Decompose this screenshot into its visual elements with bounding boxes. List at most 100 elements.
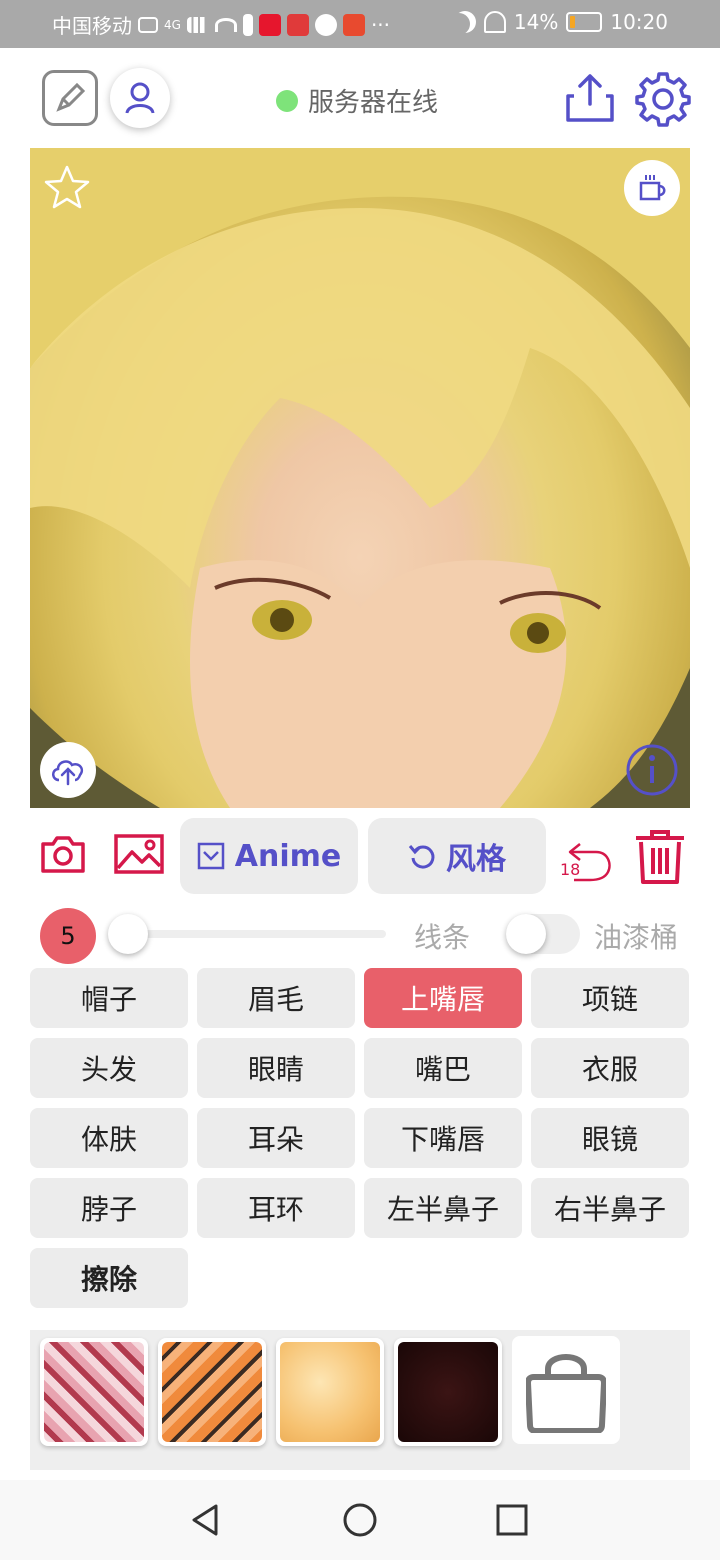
- share-button[interactable]: [564, 72, 616, 124]
- user-icon: [125, 82, 155, 114]
- generated-image[interactable]: [30, 148, 690, 808]
- texture-pink-floral: [44, 1342, 144, 1442]
- network-type: 4G: [164, 17, 181, 32]
- gallery-button[interactable]: [114, 834, 164, 878]
- recents-button[interactable]: [494, 1502, 530, 1538]
- status-bar: 中国移动 4G ··· 14% 10:20: [0, 0, 720, 48]
- region-neck[interactable]: 脖子: [30, 1178, 188, 1238]
- texture-tiger-stripe: [162, 1342, 262, 1442]
- more-notifications: ···: [370, 12, 391, 37]
- shopping-bag-icon: [526, 1354, 606, 1433]
- chevron-box-icon: [197, 842, 225, 870]
- news-app-icon: [342, 13, 365, 36]
- wifi-icon: [214, 17, 237, 32]
- region-right-nose[interactable]: 右半鼻子: [531, 1178, 689, 1238]
- erase-button[interactable]: 擦除: [30, 1248, 188, 1308]
- region-glasses[interactable]: 眼镜: [531, 1108, 689, 1168]
- back-button[interactable]: [188, 1502, 224, 1538]
- book-app-icon: [286, 13, 309, 36]
- region-ears[interactable]: 耳朵: [197, 1108, 355, 1168]
- region-eyebrows[interactable]: 眉毛: [197, 968, 355, 1028]
- region-clothes[interactable]: 衣服: [531, 1038, 689, 1098]
- region-left-nose[interactable]: 左半鼻子: [364, 1178, 522, 1238]
- region-upper-lip[interactable]: 上嘴唇: [364, 968, 522, 1028]
- share-icon: [566, 74, 614, 122]
- region-earrings[interactable]: 耳环: [197, 1178, 355, 1238]
- undo-count: 18: [560, 860, 581, 879]
- home-button[interactable]: [342, 1502, 378, 1538]
- donate-button[interactable]: [624, 160, 680, 216]
- weibo-icon: [258, 13, 281, 36]
- region-eyes[interactable]: 眼睛: [197, 1038, 355, 1098]
- settings-button[interactable]: [634, 70, 692, 128]
- cloud-upload-icon: [52, 760, 84, 786]
- region-mouth[interactable]: 嘴巴: [364, 1038, 522, 1098]
- anime-portrait: [30, 148, 690, 808]
- upload-button[interactable]: [40, 742, 96, 798]
- coffee-cup-icon: [639, 175, 666, 201]
- undo-button[interactable]: [558, 828, 618, 888]
- recents-square-icon: [496, 1504, 528, 1536]
- mute-icon: [483, 11, 506, 33]
- clock: 10:20: [610, 10, 668, 34]
- style-label: 风格: [446, 842, 506, 877]
- hd-icon: [138, 16, 158, 33]
- info-icon: [626, 744, 678, 796]
- back-triangle-icon: [192, 1504, 218, 1536]
- toggle-knob: [506, 914, 546, 954]
- texture-swatch[interactable]: [276, 1338, 384, 1446]
- region-grid: 帽子 眉毛 上嘴唇 项链 头发 眼睛 嘴巴 衣服 体肤 耳朵 下嘴唇 眼镜 脖子…: [30, 968, 690, 1308]
- delete-button[interactable]: [634, 828, 686, 886]
- gear-icon: [635, 72, 691, 127]
- region-necklace[interactable]: 项链: [531, 968, 689, 1028]
- texture-swatch[interactable]: [40, 1338, 148, 1446]
- region-hat[interactable]: 帽子: [30, 968, 188, 1028]
- user-button[interactable]: [110, 68, 170, 128]
- brush-size-badge[interactable]: 5: [40, 908, 96, 964]
- region-skin[interactable]: 体肤: [30, 1108, 188, 1168]
- online-indicator: [276, 89, 298, 112]
- alert-icon: [242, 13, 253, 36]
- style-button[interactable]: 风格: [368, 818, 546, 894]
- brush-controls: 5 线条 油漆桶: [0, 904, 720, 964]
- brush-size-value: 5: [60, 922, 76, 950]
- texture-shop-button[interactable]: [512, 1336, 620, 1444]
- paint-bucket-toggle[interactable]: [506, 914, 580, 954]
- sketch-mode-button[interactable]: [42, 70, 98, 126]
- system-nav-bar: [0, 1480, 720, 1560]
- texture-palette: [30, 1330, 690, 1470]
- region-hair[interactable]: 头发: [30, 1038, 188, 1098]
- texture-swatch[interactable]: [394, 1338, 502, 1446]
- region-lower-lip[interactable]: 下嘴唇: [364, 1108, 522, 1168]
- texture-golden: [280, 1342, 380, 1442]
- action-toolbar: Anime 风格 18: [0, 818, 720, 894]
- refresh-icon: [408, 845, 435, 869]
- battery-percent: 14%: [513, 10, 559, 34]
- star-icon: [44, 165, 90, 209]
- camera-icon: [41, 836, 85, 873]
- anime-model-button[interactable]: Anime: [180, 818, 358, 894]
- top-bar: 服务器在线: [0, 48, 720, 148]
- paint-bucket-label: 油漆桶: [594, 921, 679, 954]
- ball-app-icon: [314, 13, 337, 36]
- battery-icon: [566, 12, 603, 32]
- signal-icon: [186, 16, 209, 33]
- home-circle-icon: [343, 1503, 377, 1537]
- carrier-name: 中国移动: [52, 14, 132, 38]
- server-status-label: 服务器在线: [308, 88, 439, 118]
- anime-model-label: Anime: [234, 838, 342, 874]
- pen-edit-icon: [56, 82, 86, 112]
- info-button[interactable]: [624, 742, 680, 798]
- brush-size-slider[interactable]: [120, 930, 386, 938]
- image-icon: [114, 834, 164, 874]
- texture-dark: [398, 1342, 498, 1442]
- line-mode-label: 线条: [414, 921, 471, 954]
- server-status: 服务器在线: [276, 82, 438, 119]
- undo-icon: [568, 843, 611, 882]
- moon-icon: [454, 11, 476, 33]
- texture-swatch[interactable]: [158, 1338, 266, 1446]
- favorite-button[interactable]: [42, 162, 92, 212]
- trash-icon: [636, 830, 684, 884]
- slider-thumb[interactable]: [108, 914, 148, 954]
- camera-button[interactable]: [40, 834, 86, 878]
